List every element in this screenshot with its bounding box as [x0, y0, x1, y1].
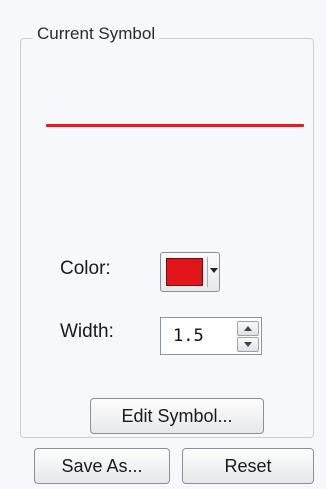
current-symbol-group [20, 38, 314, 438]
width-label: Width: [60, 321, 114, 342]
width-decrement-button[interactable] [237, 337, 259, 352]
reset-button[interactable]: Reset [182, 448, 314, 484]
group-title: Current Symbol [33, 24, 160, 44]
symbol-preview-line [46, 124, 304, 127]
symbol-panel: Current Symbol Color: Width: 1.5 Edit Sy… [0, 0, 326, 489]
arrow-up-icon [244, 326, 252, 331]
save-as-button[interactable]: Save As... [34, 448, 170, 484]
chevron-down-icon [210, 268, 218, 273]
color-picker-dropdown[interactable] [160, 252, 220, 292]
edit-symbol-button[interactable]: Edit Symbol... [90, 398, 264, 434]
width-increment-button[interactable] [237, 321, 259, 336]
color-swatch [166, 258, 203, 286]
width-value[interactable]: 1.5 [173, 326, 204, 346]
color-label: Color: [60, 258, 111, 279]
width-stepper[interactable]: 1.5 [160, 317, 262, 355]
dropdown-divider [207, 257, 208, 287]
arrow-down-icon [244, 342, 252, 347]
